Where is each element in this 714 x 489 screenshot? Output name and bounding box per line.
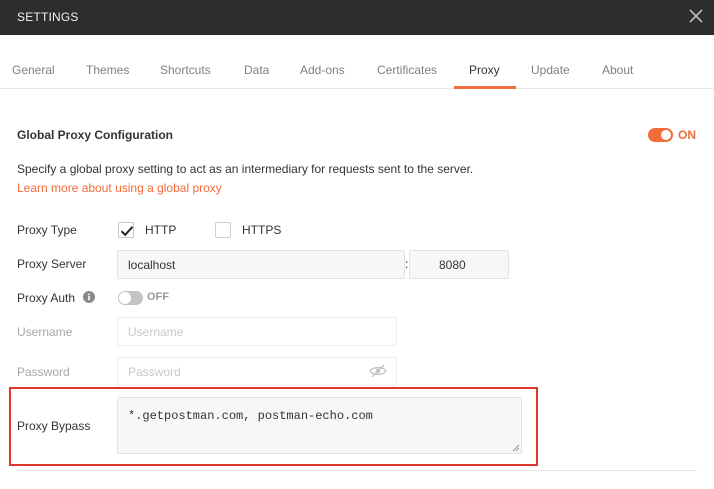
global-proxy-toggle[interactable]: [648, 128, 673, 142]
active-tab-indicator: [454, 86, 516, 89]
tab-about[interactable]: About: [602, 63, 633, 77]
learn-more-link[interactable]: Learn more about using a global proxy: [17, 181, 222, 195]
proxy-bypass-value: *.getpostman.com, postman-echo.com: [128, 409, 373, 423]
window-title: SETTINGS: [17, 10, 79, 24]
tab-add-ons[interactable]: Add-ons: [300, 63, 345, 77]
proxy-auth-toggle[interactable]: [118, 291, 143, 305]
title-bar: SETTINGS: [0, 0, 714, 35]
close-icon[interactable]: [687, 7, 705, 25]
password-label: Password: [17, 365, 70, 379]
resize-grip-icon[interactable]: [512, 444, 520, 452]
tab-certificates[interactable]: Certificates: [377, 63, 437, 77]
https-checkbox[interactable]: [215, 222, 231, 238]
https-label: HTTPS: [242, 223, 282, 237]
tab-general[interactable]: General: [12, 63, 55, 77]
proxy-host-input[interactable]: localhost: [117, 250, 405, 279]
proxy-type-label: Proxy Type: [17, 223, 77, 237]
tab-themes[interactable]: Themes: [86, 63, 129, 77]
divider: [17, 470, 697, 471]
proxy-auth-label: Proxy Auth: [17, 291, 76, 305]
global-proxy-toggle-label: ON: [678, 128, 696, 142]
tab-proxy[interactable]: Proxy: [469, 63, 500, 77]
http-checkbox[interactable]: [118, 222, 134, 238]
proxy-bypass-label: Proxy Bypass: [17, 419, 91, 433]
password-input[interactable]: Password: [117, 357, 397, 386]
proxy-port-input[interactable]: 8080: [409, 250, 509, 279]
http-label: HTTP: [145, 223, 177, 237]
info-icon[interactable]: [83, 291, 95, 303]
proxy-server-label: Proxy Server: [17, 257, 87, 271]
checkmark-icon: [120, 226, 134, 237]
proxy-bypass-textarea[interactable]: *.getpostman.com, postman-echo.com: [117, 397, 522, 454]
tab-data[interactable]: Data: [244, 63, 269, 77]
proxy-description: Specify a global proxy setting to act as…: [17, 162, 474, 176]
tab-shortcuts[interactable]: Shortcuts: [160, 63, 211, 77]
proxy-auth-toggle-label: OFF: [147, 291, 169, 303]
settings-tabs: General Themes Shortcuts Data Add-ons Ce…: [0, 35, 714, 89]
username-input[interactable]: Username: [117, 317, 397, 346]
eye-slash-icon[interactable]: [369, 364, 387, 378]
tab-update[interactable]: Update: [531, 63, 570, 77]
host-port-separator: :: [405, 257, 409, 271]
username-label: Username: [17, 325, 73, 339]
section-title: Global Proxy Configuration: [17, 128, 174, 142]
